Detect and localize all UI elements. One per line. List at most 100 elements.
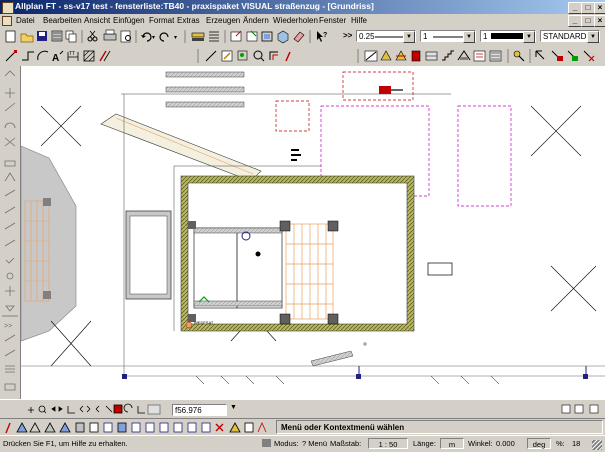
doc-icon[interactable] [2, 16, 12, 26]
maximize-button[interactable]: □ [581, 2, 595, 14]
redo-icon [159, 32, 169, 42]
left-column-1 [43, 198, 51, 206]
triangle-icon [16, 422, 28, 433]
window-tool-icon [380, 50, 392, 61]
stair-tool-icon [442, 50, 454, 61]
menu-bar: Datei Bearbeiten Ansicht Einfügen Format… [0, 14, 605, 27]
drawing-canvas[interactable]: WEDFSAT [21, 66, 605, 399]
chevron-down-icon: ▼ [587, 31, 599, 43]
nav-icons[interactable] [0, 400, 170, 419]
slab-tool-icon [425, 51, 438, 61]
menu-extras[interactable]: Extras [177, 16, 200, 25]
massstab-field[interactable]: 1 : 50 [368, 438, 408, 449]
box9-icon [187, 422, 197, 433]
triangle5-icon [229, 422, 241, 433]
menu-fenster[interactable]: Fenster [319, 16, 346, 25]
nav-arrows[interactable]: >> [343, 31, 352, 40]
window3-icon [589, 404, 599, 414]
new-file-icon [5, 30, 16, 43]
menu-ansicht[interactable]: Ansicht [84, 16, 110, 25]
menu-bearbeiten[interactable]: Bearbeiten [43, 16, 82, 25]
triangle3-icon [44, 422, 56, 433]
refresh-icon [123, 403, 133, 413]
winkel-label: Winkel: [468, 439, 493, 448]
standard-toolbar-icons[interactable]: ▾ ▾ ? [0, 27, 340, 46]
laenge-field[interactable]: m [440, 438, 464, 449]
delete-icon [215, 423, 224, 432]
layer-list-icon [209, 31, 219, 42]
stop-icon [113, 404, 123, 414]
menu-erzeugen[interactable]: Erzeugen [206, 16, 240, 25]
close-button[interactable]: × [594, 2, 605, 14]
magenta-dashed-box-2 [457, 105, 512, 207]
pen-thickness-select[interactable]: 0.25 ▼ [356, 30, 416, 43]
coord-dropdown-icon[interactable]: ▼ [230, 404, 237, 411]
menu-hilfe[interactable]: Hilfe [351, 16, 367, 25]
standard-toolbar: ▾ ▾ ? >> 0.25 ▼ 1 ▼ 1 ▼ STANDARD ▼ [0, 27, 605, 47]
doc-close-button[interactable]: × [594, 15, 605, 27]
resize-grip[interactable] [592, 440, 602, 450]
view-icons[interactable] [560, 402, 605, 417]
room-label: WEDFSAT [194, 320, 214, 325]
floor-plan-drawing[interactable]: WEDFSAT [21, 66, 605, 399]
small-text-marks [291, 149, 301, 161]
copy-icon [65, 30, 77, 43]
line-color-select[interactable]: 1 ▼ [480, 30, 536, 43]
coord-icon [137, 406, 145, 414]
coord-input[interactable]: f56.976 [172, 404, 227, 416]
app-icon[interactable] [2, 2, 14, 14]
line-icon [5, 50, 17, 62]
triangle2-icon [29, 422, 41, 433]
arc-icon [37, 50, 49, 61]
line-color-value: 1 [483, 32, 488, 41]
tools-toolbar-icons[interactable]: A TT [0, 46, 605, 66]
dimension-icon: TT [67, 51, 79, 61]
import-icon [246, 30, 258, 42]
cut-icon [87, 30, 98, 42]
pan-right-icon [58, 406, 63, 412]
door-tool-icon [395, 50, 407, 61]
red-marker [379, 86, 391, 94]
room-tool-icon [489, 50, 502, 62]
select-delete-icon [583, 50, 595, 62]
doc-minimize-button[interactable]: _ [568, 15, 582, 27]
left-column-2 [43, 291, 51, 299]
menu-aendern[interactable]: Ändern [243, 16, 269, 25]
modify-icon [221, 50, 233, 62]
minimize-button[interactable]: _ [568, 2, 582, 14]
menu-format[interactable]: Format [149, 16, 174, 25]
column-5 [188, 221, 196, 229]
column-4 [327, 313, 339, 325]
column-1 [279, 220, 291, 232]
massstab-value: 1 : 50 [378, 440, 398, 449]
command-icons[interactable] [0, 419, 275, 436]
standard-select[interactable]: STANDARD ▼ [540, 30, 600, 43]
menu-einfuegen[interactable]: Einfügen [113, 16, 145, 25]
svg-text:>>: >> [4, 323, 12, 330]
deg-field[interactable]: deg [527, 438, 551, 449]
tool-15-icon [5, 305, 15, 312]
window-icon [561, 404, 571, 414]
roof-tool-icon [457, 50, 471, 61]
menu-datei[interactable]: Datei [16, 16, 35, 25]
left-toolbar-icons[interactable]: >> [0, 66, 20, 399]
offset-icon [269, 51, 278, 60]
frame-icon [261, 31, 273, 42]
draw-icon [5, 422, 11, 434]
line-type-select[interactable]: 1 ▼ [420, 30, 476, 43]
tool-14-icon [5, 286, 15, 296]
chevron-down-icon: ▼ [463, 31, 475, 43]
box2-icon [89, 422, 99, 433]
triangle4-icon [59, 422, 71, 433]
navigation-toolbar: f56.976 ▼ [0, 399, 605, 419]
select-icon [535, 50, 545, 60]
zoom-circle-icon [253, 50, 265, 62]
key-icon [513, 50, 525, 62]
left-toolbar: >> [0, 66, 21, 399]
menu-wiederholen[interactable]: Wiederholen [273, 16, 318, 25]
window-title: Allplan FT - ss-v17 test - fensterliste:… [15, 1, 374, 11]
svg-text:TT: TT [69, 51, 75, 57]
tool-13-icon [6, 272, 14, 280]
printer-icon [262, 439, 271, 447]
doc-restore-button[interactable]: □ [581, 15, 595, 27]
